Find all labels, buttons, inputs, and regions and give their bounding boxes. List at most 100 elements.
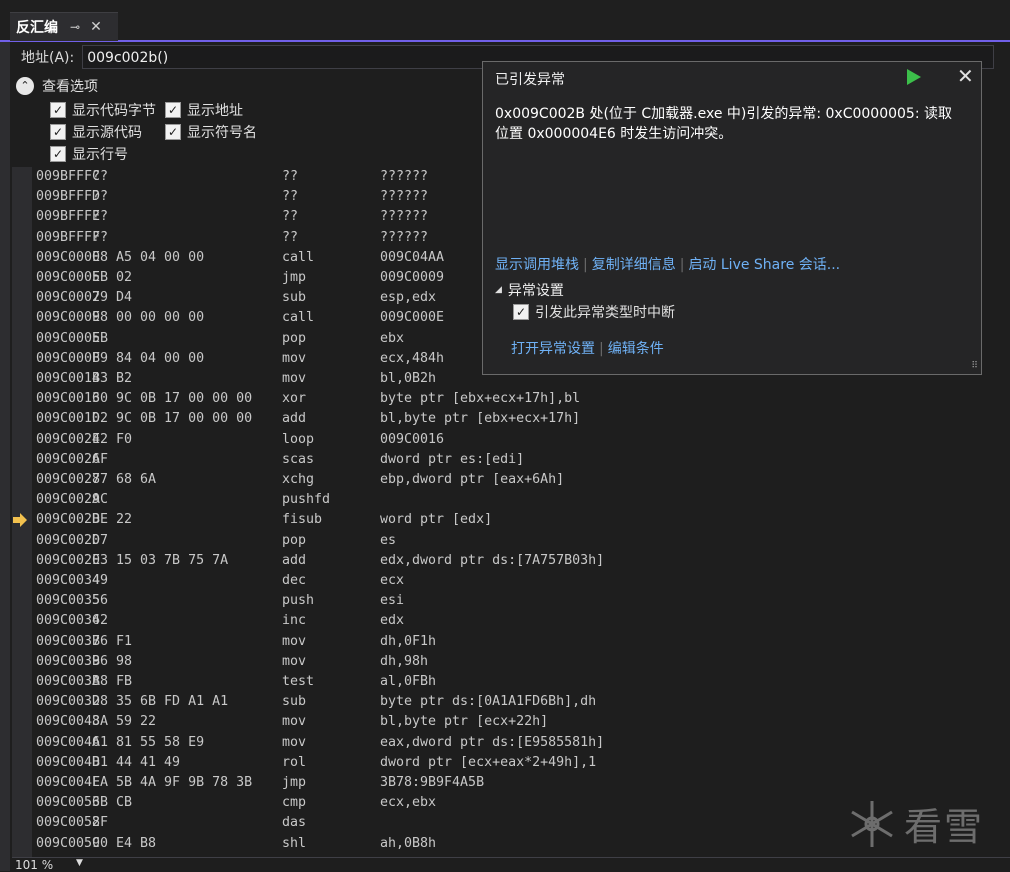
row-operand: 009C0009	[380, 270, 445, 285]
disassembly-row[interactable]: 009C003B A8 FB test al,0FBh	[12, 672, 1010, 692]
disassembly-row[interactable]: 009C003D 28 35 6B FD A1 A1 sub byte ptr ds:…	[12, 692, 1010, 712]
collapse-icon[interactable]: ⌃	[16, 77, 34, 95]
checkbox-box[interactable]: ✓	[165, 124, 181, 140]
disassembly-row[interactable]: 009C002E 03 15 03 7B 75 7A add edx,dword pt…	[12, 551, 1010, 571]
checkbox-show-source[interactable]: ✓ 显示源代码	[50, 122, 142, 142]
row-address: 009C0037	[36, 633, 101, 649]
view-options-header[interactable]: ⌃ 查看选项	[16, 76, 98, 96]
disassembly-row[interactable]: 009C0046 A1 81 55 58 E9 mov eax,dword ptr d…	[12, 733, 1010, 753]
disassembly-row[interactable]: 009C002A 9C pushfd	[12, 490, 1010, 510]
row-mnemonic: test	[282, 674, 315, 689]
disassembly-row[interactable]: 009C0026 AF scas dword ptr es:[edi]	[12, 450, 1010, 470]
row-mnemonic: pop	[282, 330, 307, 346]
row-code-bytes: C0 E4 B8	[92, 835, 157, 851]
link-separator: |	[583, 257, 588, 273]
play-icon[interactable]	[907, 69, 921, 89]
row-address: 009C0016	[36, 391, 101, 407]
row-code-bytes: D1 44 41 49	[92, 754, 181, 770]
row-operand: esp,edx	[380, 290, 437, 306]
checkbox-show-address[interactable]: ✓ 显示地址	[165, 100, 243, 120]
row-code-bytes: 2F	[92, 815, 109, 831]
row-address: 009C002A	[36, 492, 101, 508]
break-on-exception-checkbox[interactable]: ✓ 引发此异常类型时中断	[513, 302, 675, 322]
row-operand: byte ptr [ebx+ecx+17h],bl	[380, 391, 581, 407]
row-code-bytes: 3B CB	[92, 795, 133, 811]
row-mnemonic: fisub	[282, 512, 323, 528]
resize-grip-icon[interactable]: ⠿	[971, 361, 978, 371]
disassembly-row[interactable]: 009C0039 B6 98 mov dh,98h	[12, 652, 1010, 672]
disassembly-row[interactable]: 009C004B D1 44 41 49 rol dword ptr [ecx+eax…	[12, 753, 1010, 773]
link-separator: |	[599, 341, 604, 357]
disassembly-row[interactable]: 009C0043 8A 59 22 mov bl,byte ptr [ecx+22h]	[12, 712, 1010, 732]
row-mnemonic: ??	[282, 169, 299, 184]
disassembly-row[interactable]: 009C0035 56 push esi	[12, 591, 1010, 611]
checkbox-label: 显示地址	[187, 103, 243, 119]
checkbox-show-code-bytes[interactable]: ✓ 显示代码字节	[50, 100, 156, 120]
checkbox-show-symbol-names[interactable]: ✓ 显示符号名	[165, 122, 257, 142]
row-operand: esi	[380, 593, 405, 609]
disassembly-row[interactable]: 009C004F EA 5B 4A 9F 9B 78 3B jmp 3B78:9B9F…	[12, 773, 1010, 793]
checkbox-show-line-numbers[interactable]: ✓ 显示行号	[50, 144, 128, 164]
row-address: 009C0036	[36, 613, 101, 629]
row-operand: dword ptr es:[edi]	[380, 451, 525, 467]
copy-details-link[interactable]: 复制详细信息	[592, 257, 676, 273]
row-code-bytes: 30 9C 0B 17 00 00 00	[92, 391, 253, 407]
row-code-bytes: 87 68 6A	[92, 472, 157, 487]
open-exception-settings-link[interactable]: 打开异常设置	[511, 341, 595, 357]
exception-settings-header[interactable]: ◢ 异常设置	[495, 280, 564, 300]
row-mnemonic: call	[282, 249, 315, 265]
checkbox-box[interactable]: ✓	[50, 124, 66, 140]
row-operand: ??????	[380, 229, 429, 245]
close-icon[interactable]: ✕	[957, 64, 974, 88]
row-code-bytes: A1 81 55 58 E9	[92, 734, 205, 750]
checkbox-box[interactable]: ✓	[165, 102, 181, 118]
disassembly-row[interactable]: 009C002B DE 22 fisub word ptr [edx]	[12, 510, 1010, 530]
row-mnemonic: mov	[282, 350, 307, 366]
row-address: 009C0000	[36, 249, 101, 265]
row-mnemonic: ??	[282, 209, 299, 225]
row-mnemonic: loop	[282, 431, 315, 447]
checkbox-label: 显示符号名	[187, 125, 257, 141]
row-address: 009C0014	[36, 371, 101, 386]
row-code-bytes: AF	[92, 451, 109, 467]
disassembly-row[interactable]: 009C0036 42 inc edx	[12, 611, 1010, 631]
row-code-bytes: E2 F0	[92, 431, 133, 447]
disassembly-row[interactable]: 009C001D 02 9C 0B 17 00 00 00 add bl,byte p…	[12, 409, 1010, 429]
tab-disassembly[interactable]: 反汇编 ⊸ ✕	[10, 12, 118, 41]
disassembly-row[interactable]: 009C0024 E2 F0 loop 009C0016	[12, 430, 1010, 450]
row-code-bytes: 5B	[92, 330, 109, 346]
row-address: 009C0039	[36, 653, 101, 669]
disassembly-row[interactable]: 009C0016 30 9C 0B 17 00 00 00 xor byte ptr …	[12, 389, 1010, 409]
collapse-triangle-icon[interactable]: ◢	[495, 285, 502, 295]
edit-conditions-link[interactable]: 编辑条件	[608, 341, 664, 357]
close-icon[interactable]: ✕	[90, 19, 102, 35]
checkbox-label: 引发此异常类型时中断	[535, 305, 675, 321]
row-operand: ??????	[380, 209, 429, 225]
disassembly-row[interactable]: 009C0037 B6 F1 mov dh,0F1h	[12, 632, 1010, 652]
pin-icon[interactable]: ⊸	[70, 20, 80, 34]
row-operand: bl,0B2h	[380, 371, 437, 386]
row-address: 009C0024	[36, 431, 101, 447]
live-share-link[interactable]: 启动 Live Share 会话...	[688, 257, 840, 273]
checkbox-box[interactable]: ✓	[50, 102, 66, 118]
disassembly-row[interactable]: 009C002D 07 pop es	[12, 531, 1010, 551]
row-code-bytes: B9 84 04 00 00	[92, 350, 205, 366]
row-mnemonic: scas	[282, 451, 315, 467]
show-call-stack-link[interactable]: 显示调用堆栈	[495, 257, 579, 273]
checkbox-box[interactable]: ✓	[513, 304, 529, 320]
checkbox-box[interactable]: ✓	[50, 146, 66, 162]
row-mnemonic: mov	[282, 633, 307, 649]
disassembly-row[interactable]: 009C0027 87 68 6A xchg ebp,dword ptr [eax+6…	[12, 470, 1010, 490]
row-address: 009C0058	[36, 815, 101, 831]
row-address: 009C002E	[36, 552, 101, 568]
chevron-down-icon[interactable]: ▼	[76, 858, 83, 868]
row-operand: bl,byte ptr [ebx+ecx+17h]	[380, 411, 581, 427]
zoom-level[interactable]: 101 %	[15, 858, 53, 872]
row-address: 009C0027	[36, 472, 101, 487]
disassembly-row[interactable]: 009C0034 49 dec ecx	[12, 571, 1010, 591]
view-options-title: 查看选项	[42, 79, 98, 95]
row-operand: ecx,ebx	[380, 795, 437, 811]
checkbox-label: 显示行号	[72, 147, 128, 163]
row-address: 009C002D	[36, 532, 101, 548]
row-mnemonic: mov	[282, 371, 307, 386]
